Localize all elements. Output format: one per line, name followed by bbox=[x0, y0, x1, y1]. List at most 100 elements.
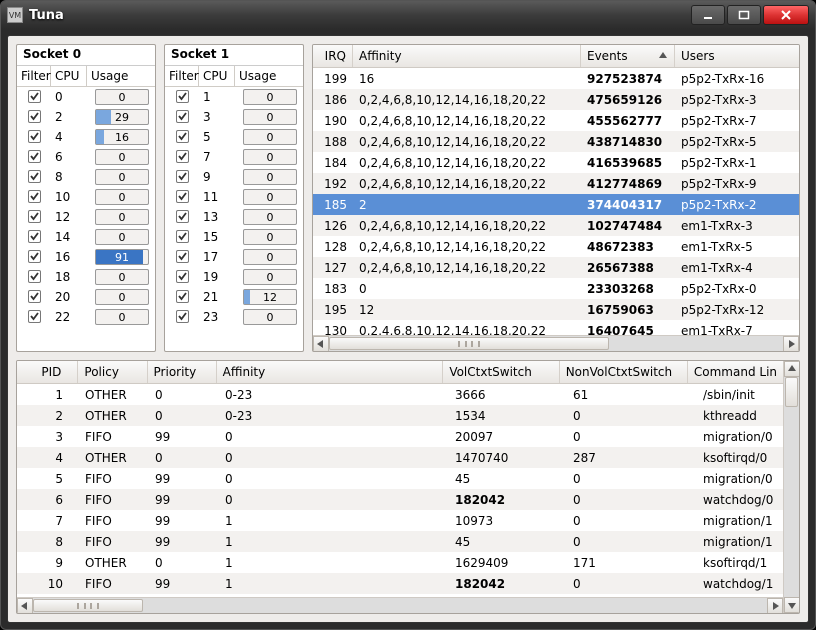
proc-row[interactable]: 4OTHER001470740287ksoftirqd/0 bbox=[17, 447, 783, 468]
scroll-track[interactable] bbox=[329, 336, 783, 351]
socket-header-usage[interactable]: Usage bbox=[87, 66, 155, 86]
proc-header-nonvol[interactable]: NonVolCtxtSwitch bbox=[560, 361, 688, 383]
proc-header-cmd[interactable]: Command Lin bbox=[688, 361, 783, 383]
filter-checkbox[interactable] bbox=[176, 90, 189, 103]
socket-row[interactable]: 140 bbox=[17, 227, 155, 247]
proc-vscroll[interactable] bbox=[783, 361, 799, 613]
socket-row[interactable]: 10 bbox=[165, 87, 303, 107]
proc-hscroll[interactable] bbox=[17, 597, 783, 613]
scroll-track[interactable] bbox=[33, 598, 767, 613]
filter-checkbox[interactable] bbox=[28, 250, 41, 263]
proc-header-pid[interactable]: PID bbox=[17, 361, 78, 383]
socket-row[interactable]: 1691 bbox=[17, 247, 155, 267]
proc-row[interactable]: 5FIFO990450migration/0 bbox=[17, 468, 783, 489]
scroll-left-icon[interactable] bbox=[17, 598, 33, 614]
irq-row[interactable]: 1852374404317p5p2-TxRx-2 bbox=[313, 194, 799, 215]
irq-header-affinity[interactable]: Affinity bbox=[353, 45, 581, 67]
irq-row[interactable]: 1860,2,4,6,8,10,12,14,16,18,20,224756591… bbox=[313, 89, 799, 110]
filter-checkbox[interactable] bbox=[28, 290, 41, 303]
irq-row[interactable]: 1840,2,4,6,8,10,12,14,16,18,20,224165396… bbox=[313, 152, 799, 173]
close-button[interactable] bbox=[763, 5, 809, 25]
socket-row[interactable]: 2112 bbox=[165, 287, 303, 307]
irq-hscroll[interactable] bbox=[313, 335, 799, 351]
socket-row[interactable]: 50 bbox=[165, 127, 303, 147]
socket-row[interactable]: 150 bbox=[165, 227, 303, 247]
irq-row[interactable]: 1920,2,4,6,8,10,12,14,16,18,20,224127748… bbox=[313, 173, 799, 194]
socket-row[interactable]: 170 bbox=[165, 247, 303, 267]
irq-row[interactable]: 1900,2,4,6,8,10,12,14,16,18,20,224555627… bbox=[313, 110, 799, 131]
proc-header-priority[interactable]: Priority bbox=[148, 361, 217, 383]
filter-checkbox[interactable] bbox=[176, 190, 189, 203]
irq-header-users[interactable]: Users bbox=[675, 45, 799, 67]
filter-checkbox[interactable] bbox=[176, 110, 189, 123]
socket-row[interactable]: 70 bbox=[165, 147, 303, 167]
socket-row[interactable]: 80 bbox=[17, 167, 155, 187]
irq-row[interactable]: 1260,2,4,6,8,10,12,14,16,18,20,221027474… bbox=[313, 215, 799, 236]
socket-row[interactable]: 110 bbox=[165, 187, 303, 207]
filter-checkbox[interactable] bbox=[176, 310, 189, 323]
filter-checkbox[interactable] bbox=[28, 310, 41, 323]
socket-row[interactable]: 30 bbox=[165, 107, 303, 127]
irq-row[interactable]: 1951216759063p5p2-TxRx-12 bbox=[313, 299, 799, 320]
irq-row[interactable]: 1300,2,4,6,8,10,12,14,16,18,20,221640764… bbox=[313, 320, 799, 335]
socket-header-filter[interactable]: Filter bbox=[165, 66, 199, 86]
filter-checkbox[interactable] bbox=[28, 110, 41, 123]
socket-header-cpu[interactable]: CPU bbox=[199, 66, 235, 86]
titlebar[interactable]: VM Tuna bbox=[1, 1, 815, 29]
filter-checkbox[interactable] bbox=[176, 290, 189, 303]
socket-header-cpu[interactable]: CPU bbox=[51, 66, 87, 86]
filter-checkbox[interactable] bbox=[28, 190, 41, 203]
proc-row[interactable]: 3FIFO990200970migration/0 bbox=[17, 426, 783, 447]
filter-checkbox[interactable] bbox=[28, 230, 41, 243]
scroll-thumb[interactable] bbox=[329, 337, 609, 350]
socket-row[interactable]: 130 bbox=[165, 207, 303, 227]
socket-row[interactable]: 220 bbox=[17, 307, 155, 327]
minimize-button[interactable] bbox=[691, 5, 725, 25]
irq-row[interactable]: 1270,2,4,6,8,10,12,14,16,18,20,222656738… bbox=[313, 257, 799, 278]
filter-checkbox[interactable] bbox=[28, 270, 41, 283]
filter-checkbox[interactable] bbox=[28, 170, 41, 183]
socket-row[interactable]: 00 bbox=[17, 87, 155, 107]
proc-row[interactable]: 6FIFO9901820420watchdog/0 bbox=[17, 489, 783, 510]
proc-header-vol[interactable]: VolCtxtSwitch bbox=[443, 361, 559, 383]
proc-header-policy[interactable]: Policy bbox=[78, 361, 147, 383]
socket-header-filter[interactable]: Filter bbox=[17, 66, 51, 86]
scroll-right-icon[interactable] bbox=[783, 336, 799, 352]
irq-row[interactable]: 183023303268p5p2-TxRx-0 bbox=[313, 278, 799, 299]
proc-row[interactable]: 2OTHER00-2315340kthreadd bbox=[17, 405, 783, 426]
maximize-button[interactable] bbox=[727, 5, 761, 25]
socket-row[interactable]: 100 bbox=[17, 187, 155, 207]
scroll-down-icon[interactable] bbox=[784, 597, 800, 613]
filter-checkbox[interactable] bbox=[176, 130, 189, 143]
socket-row[interactable]: 230 bbox=[165, 307, 303, 327]
socket-header-usage[interactable]: Usage bbox=[235, 66, 303, 86]
filter-checkbox[interactable] bbox=[28, 90, 41, 103]
scroll-left-icon[interactable] bbox=[313, 336, 329, 352]
filter-checkbox[interactable] bbox=[28, 210, 41, 223]
filter-checkbox[interactable] bbox=[176, 270, 189, 283]
irq-row[interactable]: 19916927523874p5p2-TxRx-16 bbox=[313, 68, 799, 89]
socket-row[interactable]: 120 bbox=[17, 207, 155, 227]
proc-row[interactable]: 9OTHER011629409171ksoftirqd/1 bbox=[17, 552, 783, 573]
socket-row[interactable]: 229 bbox=[17, 107, 155, 127]
scroll-thumb[interactable] bbox=[33, 599, 143, 612]
irq-header-events[interactable]: Events bbox=[581, 45, 675, 67]
socket-row[interactable]: 416 bbox=[17, 127, 155, 147]
scroll-up-icon[interactable] bbox=[784, 361, 800, 377]
irq-header-irq[interactable]: IRQ bbox=[313, 45, 353, 67]
socket-row[interactable]: 200 bbox=[17, 287, 155, 307]
filter-checkbox[interactable] bbox=[176, 250, 189, 263]
filter-checkbox[interactable] bbox=[176, 170, 189, 183]
proc-row[interactable]: 10FIFO9911820420watchdog/1 bbox=[17, 573, 783, 594]
filter-checkbox[interactable] bbox=[176, 230, 189, 243]
scroll-right-icon[interactable] bbox=[767, 598, 783, 614]
proc-header-affinity[interactable]: Affinity bbox=[217, 361, 444, 383]
irq-row[interactable]: 1280,2,4,6,8,10,12,14,16,18,20,224867238… bbox=[313, 236, 799, 257]
scroll-track[interactable] bbox=[784, 377, 799, 597]
proc-row[interactable]: 8FIFO991450migration/1 bbox=[17, 531, 783, 552]
irq-row[interactable]: 1880,2,4,6,8,10,12,14,16,18,20,224387148… bbox=[313, 131, 799, 152]
socket-row[interactable]: 60 bbox=[17, 147, 155, 167]
filter-checkbox[interactable] bbox=[176, 210, 189, 223]
proc-row[interactable]: 1OTHER00-23366661/sbin/init bbox=[17, 384, 783, 405]
socket-row[interactable]: 180 bbox=[17, 267, 155, 287]
